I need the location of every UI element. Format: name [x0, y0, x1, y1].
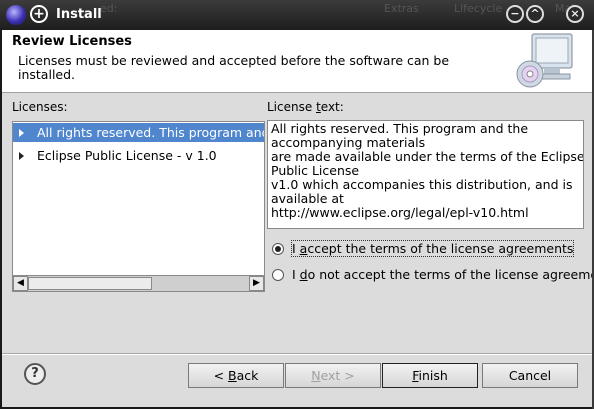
page-title: Review Licenses	[12, 34, 132, 49]
install-wizard-icon	[516, 33, 573, 88]
next-button[interactable]: Next >	[285, 363, 381, 388]
decline-label-suffix: o not accept the terms of the license ag…	[307, 267, 592, 282]
license-list-item-label: All rights reserved. This program and th…	[37, 125, 264, 140]
expand-triangle-icon[interactable]	[19, 152, 24, 160]
license-text-line: All rights reserved. This program and th…	[271, 121, 529, 136]
install-dialog: Review Licenses Licenses must be reviewe…	[2, 30, 592, 407]
license-text-line: v1.0 which accompanies this distribution…	[271, 177, 573, 192]
licenses-horizontal-scrollbar[interactable]: ◀ ▶	[12, 275, 265, 292]
close-button[interactable]: ×	[566, 5, 584, 23]
next-button-mnemonic: N	[311, 368, 321, 383]
decline-label-mnemonic: d	[299, 267, 308, 282]
next-button-suffix: ext >	[320, 368, 355, 383]
window-title-bar: ed: Extras Lifecycle Mai + Install − ^ ×	[0, 0, 594, 30]
license-list-item-label: Eclipse Public License - v 1.0	[37, 148, 217, 163]
cancel-button[interactable]: Cancel	[482, 363, 578, 388]
background-window-text: Extras	[384, 2, 419, 15]
license-text-line: http://www.eclipse.org/legal/epl-v10.htm…	[271, 205, 529, 220]
background-window-text: ed:	[100, 2, 118, 15]
license-text-line: accompanying materials	[271, 135, 426, 150]
plus-icon[interactable]: +	[30, 5, 48, 23]
help-button[interactable]: ?	[24, 363, 46, 385]
accept-label-prefix: I	[292, 241, 300, 256]
maximize-button[interactable]: ^	[526, 5, 544, 23]
license-text-line: available at	[271, 191, 344, 206]
back-button-prefix: <	[213, 368, 229, 383]
back-button-mnemonic: B	[228, 368, 237, 383]
scroll-left-arrow-icon[interactable]: ◀	[13, 276, 28, 291]
eclipse-app-icon[interactable]	[6, 5, 26, 25]
background-window-text: Lifecycle	[454, 2, 503, 15]
license-text-area[interactable]: All rights reserved. This program and th…	[267, 120, 584, 229]
decline-label[interactable]: I do not accept the terms of the license…	[292, 267, 592, 282]
back-button[interactable]: < Back	[188, 363, 284, 388]
license-text-line: Public License	[271, 163, 360, 178]
license-text-label: License text:	[267, 100, 344, 114]
license-list-item[interactable]: Eclipse Public License - v 1.0	[13, 146, 264, 165]
scroll-right-arrow-icon[interactable]: ▶	[249, 276, 264, 291]
accept-label-suffix: ccept the terms of the license agreement…	[307, 241, 574, 256]
minimize-button[interactable]: −	[506, 5, 524, 23]
decline-radio[interactable]	[272, 269, 284, 281]
license-text-line: are made available under the terms of th…	[271, 149, 584, 164]
licenses-label: Licenses:	[12, 100, 68, 114]
licenses-list[interactable]: All rights reserved. This program and th…	[12, 121, 265, 276]
window-title: Install	[56, 7, 102, 22]
decline-option[interactable]: I do not accept the terms of the license…	[272, 266, 592, 286]
expand-triangle-icon[interactable]	[19, 129, 24, 137]
license-list-item[interactable]: All rights reserved. This program and th…	[13, 123, 264, 142]
license-text-label-prefix: License	[267, 100, 317, 114]
finish-button-suffix: inish	[418, 368, 448, 383]
license-text-label-suffix: ext:	[320, 100, 344, 114]
accept-label[interactable]: I accept the terms of the license agreem…	[290, 240, 575, 257]
wizard-header: Review Licenses Licenses must be reviewe…	[2, 30, 592, 93]
decline-label-prefix: I	[292, 267, 300, 282]
scrollbar-thumb[interactable]	[28, 277, 152, 290]
finish-button[interactable]: Finish	[382, 363, 478, 388]
accept-radio[interactable]	[272, 243, 284, 255]
button-bar-separator	[2, 353, 592, 355]
page-description: Licenses must be reviewed and accepted b…	[18, 53, 450, 82]
back-button-suffix: ack	[236, 368, 259, 383]
